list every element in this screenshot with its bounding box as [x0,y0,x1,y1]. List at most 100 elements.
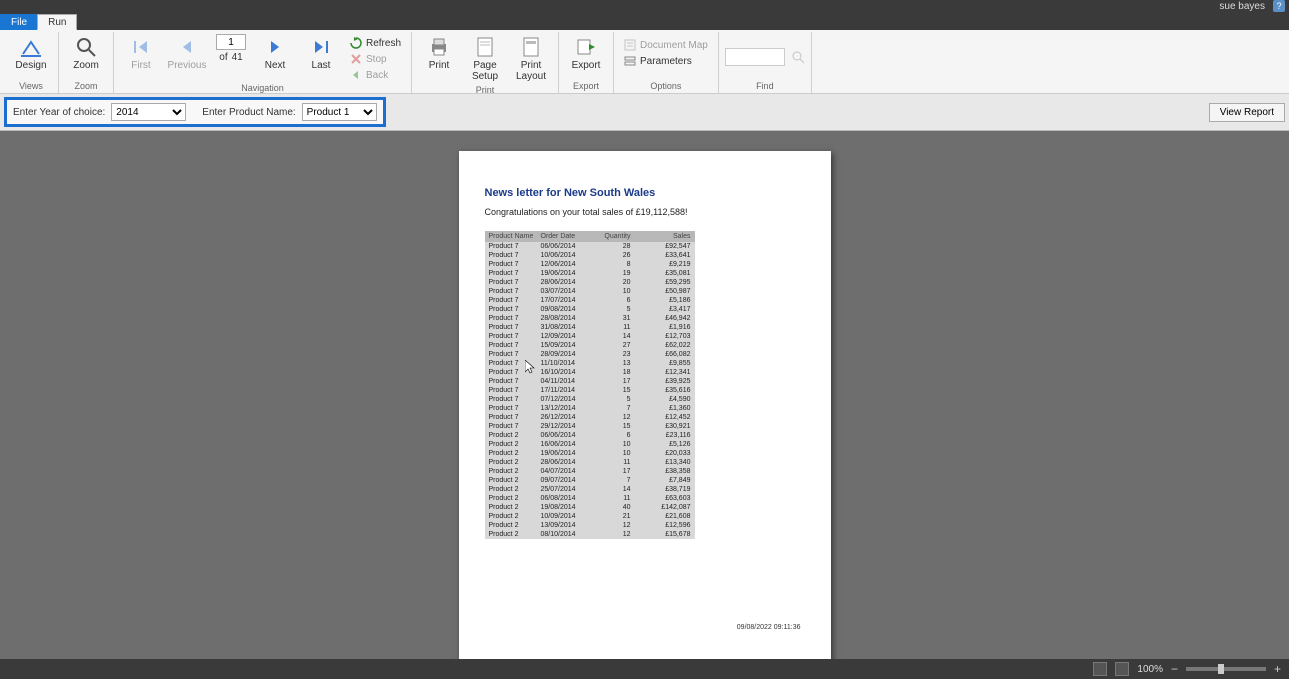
zoom-button[interactable]: Zoom [65,34,107,73]
table-row: Product 712/09/201414£12,703 [485,332,695,341]
find-input[interactable] [725,48,785,66]
page-number [216,34,246,50]
print-layout-icon [520,36,542,58]
table-row: Product 711/10/201413£9,855 [485,359,695,368]
table-row: Product 703/07/201410£50,987 [485,287,695,296]
table-row: Product 728/08/201431£46,942 [485,314,695,323]
zoom-percent: 100% [1137,664,1163,675]
document-map-icon [624,39,636,51]
table-row: Product 715/09/201427£62,022 [485,341,695,350]
report-timestamp: 09/08/2022 09:11:36 [737,624,801,631]
table-row: Product 208/10/201412£15,678 [485,530,695,539]
table-body: Product 706/06/201428£92,547Product 710/… [485,242,695,539]
tab-run[interactable]: Run [37,14,77,30]
tab-file[interactable]: File [0,14,38,30]
zoom-in-button[interactable]: + [1274,662,1281,676]
magnifier-icon [75,36,97,58]
printer-icon [428,36,450,58]
table-row: Product 204/07/201417£38,358 [485,467,695,476]
table-row: Product 717/11/201415£35,616 [485,386,695,395]
table-row: Product 213/09/201412£12,596 [485,521,695,530]
table-row: Product 710/06/201426£33,641 [485,251,695,260]
page-total: 41 [232,52,243,63]
document-map-button[interactable]: Document Map [620,38,712,52]
table-row: Product 206/08/201411£63,603 [485,494,695,503]
parameter-bar: Enter Year of choice: 2014 Enter Product… [0,94,1289,131]
table-row: Product 729/12/201415£30,921 [485,422,695,431]
product-label: Enter Product Name: [202,107,295,118]
table-row: Product 731/08/201411£1,916 [485,323,695,332]
view-mode-1-icon[interactable] [1093,662,1107,676]
group-print: Print Page Setup Print Layout Print [412,32,559,93]
stop-icon [350,53,362,65]
parameters-icon [624,55,636,67]
page-current-input[interactable] [216,34,246,50]
find-next-icon[interactable] [791,50,805,64]
first-button[interactable]: First [120,34,162,73]
page-setup-icon [474,36,496,58]
help-icon[interactable]: ? [1273,0,1285,12]
table-row: Product 704/11/201417£39,925 [485,377,695,386]
table-row: Product 209/07/20147£7,849 [485,476,695,485]
table-row: Product 706/06/201428£92,547 [485,242,695,251]
table-row: Product 709/08/20145£3,417 [485,305,695,314]
table-row: Product 219/06/201410£20,033 [485,449,695,458]
table-row: Product 726/12/201412£12,452 [485,413,695,422]
table-row: Product 206/06/20146£23,116 [485,431,695,440]
table-row: Product 707/12/20145£4,590 [485,395,695,404]
stop-button[interactable]: Stop [346,52,405,66]
table-row: Product 728/09/201423£66,082 [485,350,695,359]
report-canvas[interactable]: News letter for New South Wales Congratu… [0,131,1289,659]
next-icon [264,36,286,58]
table-row: Product 728/06/201420£59,295 [485,278,695,287]
next-button[interactable]: Next [254,34,296,73]
table-row: Product 225/07/201414£38,719 [485,485,695,494]
group-zoom: Zoom Zoom [59,32,114,93]
print-button[interactable]: Print [418,34,460,73]
table-row: Product 713/12/20147£1,360 [485,404,695,413]
zoom-slider[interactable] [1186,667,1266,671]
group-options: Document Map Parameters Options [614,32,719,93]
last-button[interactable]: Last [300,34,342,73]
parameter-highlight: Enter Year of choice: 2014 Enter Product… [4,97,386,127]
export-icon [575,36,597,58]
table-row: Product 716/10/201418£12,341 [485,368,695,377]
table-row: Product 717/07/20146£5,186 [485,296,695,305]
back-icon [350,69,362,81]
group-find: Find [719,32,812,93]
group-export: Export Export [559,32,614,93]
parameters-button[interactable]: Parameters [620,54,712,68]
table-row: Product 210/09/201421£21,608 [485,512,695,521]
product-select[interactable]: Product 1 [302,103,377,121]
first-icon [130,36,152,58]
previous-icon [176,36,198,58]
table-header: Product Name Order Date Quantity Sales [485,231,695,242]
year-select[interactable]: 2014 [111,103,186,121]
group-views: Design Views [4,32,59,93]
group-navigation: First Previous of 41 Ne [114,32,412,93]
design-button[interactable]: Design [10,34,52,73]
refresh-icon [350,37,362,49]
table-row: Product 219/08/201440£142,087 [485,503,695,512]
last-icon [310,36,332,58]
year-label: Enter Year of choice: [13,107,105,118]
zoom-out-button[interactable]: − [1171,662,1178,676]
tab-strip: File Run [0,12,1289,30]
report-subtitle: Congratulations on your total sales of £… [485,207,695,217]
title-bar: sue bayes ? [0,0,1289,12]
view-mode-2-icon[interactable] [1115,662,1129,676]
table-row: Product 712/06/20148£9,219 [485,260,695,269]
export-button[interactable]: Export [565,34,607,73]
design-icon [20,36,42,58]
previous-button[interactable]: Previous [166,34,208,73]
back-button[interactable]: Back [346,68,405,82]
ribbon: Design Views Zoom Zoom First [0,30,1289,94]
page-setup-button[interactable]: Page Setup [464,34,506,84]
view-report-button[interactable]: View Report [1209,103,1285,122]
table-row: Product 719/06/201419£35,081 [485,269,695,278]
status-bar: 100% − + [0,659,1289,679]
report-page: News letter for New South Wales Congratu… [459,151,831,659]
refresh-button[interactable]: Refresh [346,36,405,50]
current-user: sue bayes [1219,1,1265,12]
print-layout-button[interactable]: Print Layout [510,34,552,84]
